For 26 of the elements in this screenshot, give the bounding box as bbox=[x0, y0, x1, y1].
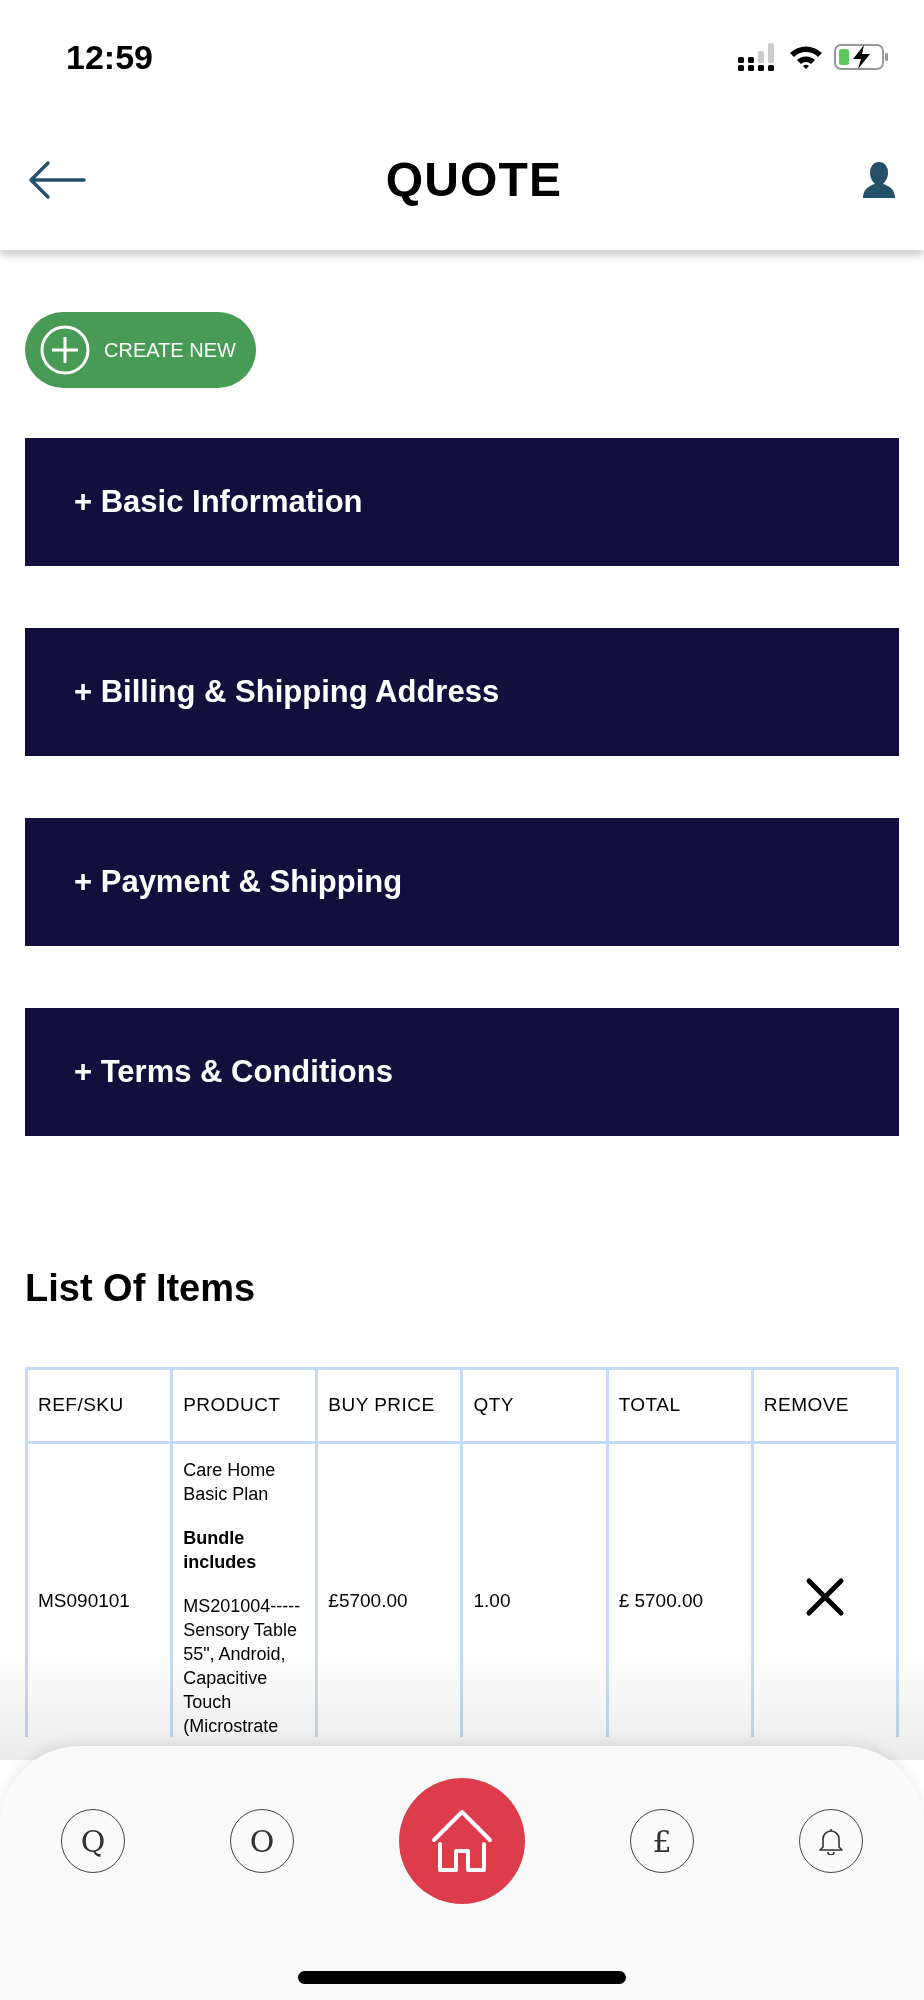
section-header[interactable]: + Billing & Shipping Address bbox=[25, 628, 899, 756]
home-icon bbox=[431, 1808, 493, 1874]
column-header: QTY bbox=[461, 1368, 608, 1443]
bell-icon bbox=[818, 1827, 844, 1855]
profile-button[interactable] bbox=[862, 160, 896, 200]
column-header: PRODUCT bbox=[171, 1368, 317, 1443]
column-header: REMOVE bbox=[752, 1368, 898, 1443]
column-header: REF/SKU bbox=[26, 1368, 172, 1443]
back-arrow-icon bbox=[28, 160, 86, 200]
section-header[interactable]: + Basic Information bbox=[25, 438, 899, 566]
back-button[interactable] bbox=[28, 160, 86, 200]
close-icon bbox=[804, 1576, 845, 1617]
section-header[interactable]: + Payment & Shipping bbox=[25, 818, 899, 946]
section-heading: List Of Items bbox=[25, 1266, 257, 1311]
battery-icon bbox=[834, 43, 890, 71]
page-title: QUOTE bbox=[385, 152, 563, 208]
product-text: MS201004-----Sensory Table 55", Android, Capacitive Touch (Microstrate bbox=[183, 1595, 302, 1737]
product-text: Bundle includes bbox=[183, 1527, 258, 1574]
status-time: 12:59 bbox=[66, 36, 153, 78]
column-header: BUY PRICE bbox=[316, 1368, 462, 1443]
person-icon bbox=[862, 160, 896, 200]
remove-button[interactable] bbox=[804, 1576, 845, 1617]
column-header: TOTAL bbox=[607, 1368, 753, 1443]
plus-circle-icon bbox=[40, 325, 90, 375]
product-text: Care Home Basic Plan bbox=[183, 1459, 277, 1506]
section-header[interactable]: + Terms & Conditions bbox=[25, 1008, 899, 1136]
